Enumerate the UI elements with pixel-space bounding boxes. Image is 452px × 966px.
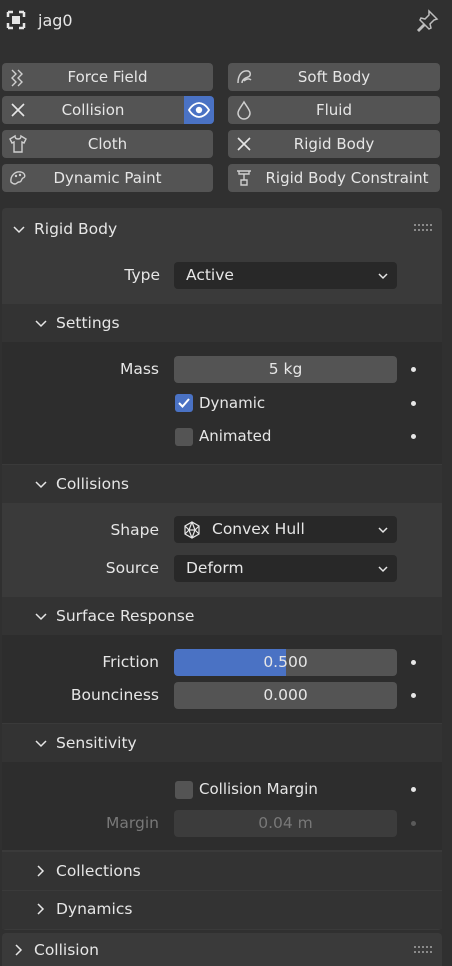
settings-title[interactable]: Settings — [56, 314, 120, 332]
friction-value: 0.500 — [263, 653, 308, 671]
keyframe-dot-icon[interactable] — [411, 434, 416, 439]
bounciness-slider[interactable]: 0.000 — [174, 682, 397, 709]
cloth-label: Cloth — [87, 135, 128, 153]
margin-field[interactable]: 0.04 m — [174, 810, 397, 837]
drag-handle-icon[interactable] — [414, 946, 432, 954]
dynamic-paint-label: Dynamic Paint — [53, 169, 162, 187]
bounciness-value: 0.000 — [263, 686, 308, 704]
force-field-label: Force Field — [67, 68, 148, 86]
keyframe-dot-icon[interactable] — [411, 787, 416, 792]
mass-label: Mass — [119, 360, 159, 378]
rigid-body-button[interactable]: Rigid Body — [228, 130, 440, 158]
cloth-button[interactable]: Cloth — [2, 130, 213, 158]
object-name: jag0 — [38, 11, 73, 30]
soft-body-label: Soft Body — [297, 68, 371, 86]
shape-dropdown[interactable]: Convex Hull — [174, 516, 397, 543]
keyframe-dot-icon[interactable] — [411, 401, 416, 406]
pin-icon[interactable] — [414, 8, 440, 34]
fluid-button[interactable]: Fluid — [228, 96, 440, 124]
drag-handle-icon[interactable] — [414, 224, 432, 232]
chevron-down-icon[interactable] — [34, 610, 48, 624]
mass-value: 5 kg — [268, 360, 303, 378]
chevron-right-icon[interactable] — [34, 864, 48, 878]
sensitivity-title[interactable]: Sensitivity — [56, 734, 137, 752]
mass-field[interactable]: 5 kg — [174, 356, 397, 383]
keyframe-dot-icon[interactable] — [411, 821, 416, 826]
chevron-down-icon[interactable] — [34, 478, 48, 492]
collision-label: Collision — [61, 101, 125, 119]
type-dropdown[interactable]: Active — [174, 262, 397, 289]
collision-panel-title[interactable]: Collision — [34, 941, 99, 959]
chevron-right-icon[interactable] — [12, 943, 26, 957]
animated-checkbox[interactable] — [175, 428, 193, 446]
soft-body-button[interactable]: Soft Body — [228, 63, 440, 91]
shape-label: Shape — [110, 521, 159, 539]
keyframe-dot-icon[interactable] — [411, 693, 416, 698]
shape-value: Convex Hull — [212, 520, 305, 538]
source-value: Deform — [186, 559, 244, 577]
type-value: Active — [186, 266, 234, 284]
rigid-body-label: Rigid Body — [293, 135, 375, 153]
type-label: Type — [124, 266, 160, 284]
collision-margin-label[interactable]: Collision Margin — [199, 780, 318, 798]
collision-margin-checkbox[interactable] — [175, 781, 193, 799]
collision-visibility-toggle[interactable] — [184, 96, 214, 124]
chevron-down-icon[interactable] — [12, 223, 26, 237]
source-label: Source — [105, 559, 159, 577]
source-dropdown[interactable]: Deform — [174, 555, 397, 582]
surface-response-title[interactable]: Surface Response — [56, 607, 194, 625]
chevron-down-icon[interactable] — [34, 737, 48, 751]
friction-slider[interactable]: 0.500 — [174, 649, 397, 676]
object-data-icon — [6, 10, 26, 30]
chevron-down-icon — [378, 273, 388, 280]
keyframe-dot-icon[interactable] — [411, 367, 416, 372]
dynamic-checkbox[interactable] — [175, 394, 193, 412]
constraint-icon — [237, 170, 251, 186]
animated-label[interactable]: Animated — [199, 427, 271, 445]
margin-value: 0.04 m — [258, 814, 313, 832]
fluid-label: Fluid — [316, 101, 352, 119]
dynamic-paint-button[interactable]: Dynamic Paint — [2, 164, 213, 192]
chevron-down-icon — [378, 527, 388, 534]
convex-hull-icon — [184, 521, 200, 539]
chevron-right-icon[interactable] — [34, 902, 48, 916]
force-field-button[interactable]: Force Field — [2, 63, 213, 91]
rigid-body-panel-title[interactable]: Rigid Body — [34, 220, 117, 238]
dynamics-title[interactable]: Dynamics — [56, 900, 132, 918]
eye-icon — [187, 102, 211, 118]
collections-title[interactable]: Collections — [56, 862, 141, 880]
bounciness-label: Bounciness — [70, 686, 159, 704]
chevron-down-icon — [378, 566, 388, 573]
rigid-body-constraint-label: Rigid Body Constraint — [265, 169, 429, 187]
rigid-body-constraint-button[interactable]: Rigid Body Constraint — [228, 164, 440, 192]
checkmark-icon — [178, 398, 190, 408]
collision-button[interactable]: Collision — [2, 96, 184, 124]
keyframe-dot-icon[interactable] — [411, 660, 416, 665]
dynamic-label[interactable]: Dynamic — [199, 394, 265, 412]
collisions-title[interactable]: Collisions — [56, 475, 129, 493]
margin-label: Margin — [106, 814, 159, 832]
friction-label: Friction — [102, 653, 159, 671]
chevron-down-icon[interactable] — [34, 317, 48, 331]
